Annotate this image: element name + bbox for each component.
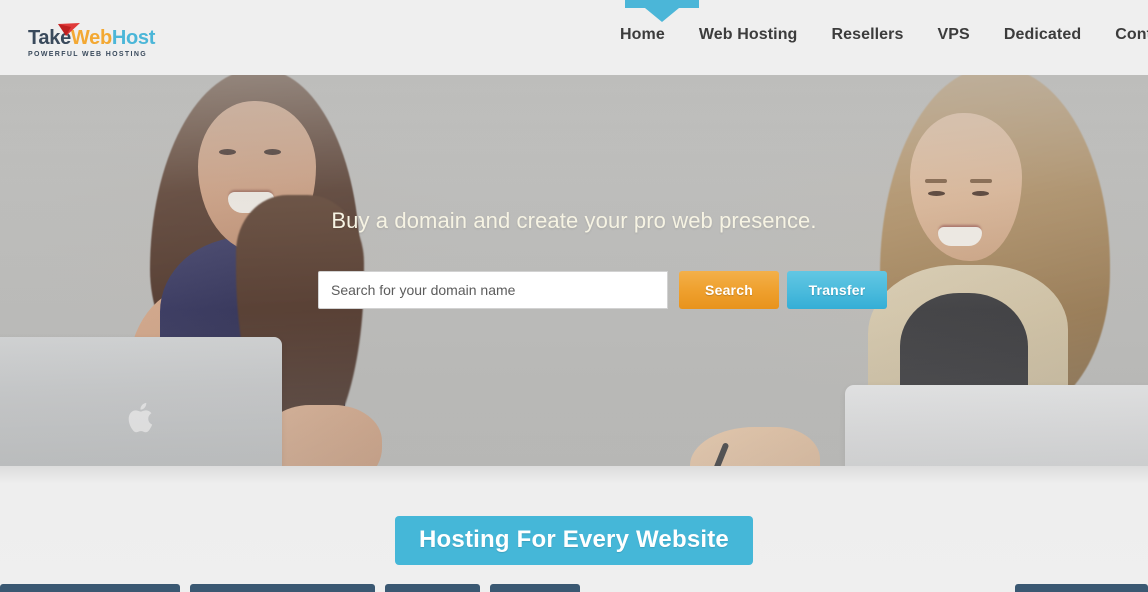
search-button[interactable]: Search — [679, 271, 779, 309]
pricing-card-top[interactable] — [385, 584, 480, 592]
section-title: Hosting For Every Website — [395, 516, 753, 565]
logo-text-host: Host — [111, 27, 156, 49]
section-title-wrap: Hosting For Every Website — [0, 516, 1148, 565]
logo-wordmark: TakeWebHost — [28, 23, 158, 49]
pricing-card-top[interactable] — [0, 584, 180, 592]
hero-content: Buy a domain and create your pro web pre… — [0, 75, 1148, 466]
domain-search-input[interactable] — [318, 271, 668, 309]
pricing-card-top[interactable] — [1015, 584, 1148, 592]
nav-item-dedicated[interactable]: Dedicated — [1004, 26, 1081, 44]
pricing-card-top[interactable] — [190, 584, 375, 592]
domain-search-form: Search Transfer — [318, 271, 887, 309]
page-root: TakeWebHost POWERFUL WEB HOSTING Home We… — [0, 0, 1148, 592]
logo-text-web: Web — [70, 27, 112, 49]
nav-item-vps[interactable]: VPS — [938, 26, 970, 44]
pricing-card-top[interactable] — [490, 584, 580, 592]
logo-text-take: Take — [28, 27, 71, 49]
nav-item-home[interactable]: Home — [620, 26, 665, 44]
nav-item-contact[interactable]: Contact — [1115, 26, 1148, 44]
transfer-button[interactable]: Transfer — [787, 271, 887, 309]
site-header: TakeWebHost POWERFUL WEB HOSTING Home We… — [0, 0, 1148, 75]
nav-item-web-hosting[interactable]: Web Hosting — [699, 26, 798, 44]
active-nav-marker — [625, 0, 699, 8]
pricing-cards-strip — [0, 584, 1148, 592]
site-logo[interactable]: TakeWebHost POWERFUL WEB HOSTING — [28, 23, 158, 64]
logo-tagline: POWERFUL WEB HOSTING — [28, 51, 148, 58]
nav-item-resellers[interactable]: Resellers — [831, 26, 903, 44]
hosting-section: Hosting For Every Website — [0, 466, 1148, 592]
hero-banner: Buy a domain and create your pro web pre… — [0, 75, 1148, 466]
main-navigation: Home Web Hosting Resellers VPS Dedicated… — [620, 26, 1148, 44]
hero-tagline: Buy a domain and create your pro web pre… — [331, 208, 817, 233]
